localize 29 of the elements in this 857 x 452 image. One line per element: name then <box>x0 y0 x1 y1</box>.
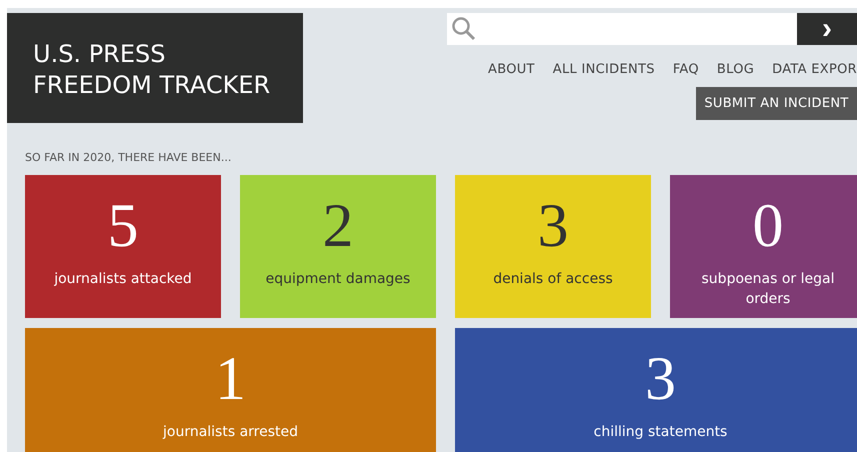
stat-count: 5 <box>108 195 138 257</box>
nav-link[interactable]: ABOUT <box>488 62 535 77</box>
stat-tile[interactable]: 5 journalists attacked <box>25 175 221 318</box>
intro-text: SO FAR IN 2020, THERE HAVE BEEN... <box>25 151 232 164</box>
stat-tile[interactable]: 3 chilling statements <box>455 328 857 452</box>
stat-tile[interactable]: 2 equipment damages <box>240 175 436 318</box>
nav-link[interactable]: DATA EXPOR <box>772 62 857 77</box>
submit-incident-button[interactable]: SUBMIT AN INCIDENT <box>696 87 857 120</box>
stat-label: equipment damages <box>264 270 412 289</box>
stat-count: 1 <box>215 348 246 410</box>
stat-label: journalists attacked <box>53 270 193 289</box>
stat-label: journalists arrested <box>162 423 300 442</box>
stat-label: chilling statements <box>592 423 728 442</box>
stat-count: 3 <box>645 348 676 410</box>
search-icon <box>451 16 477 42</box>
stat-label: subpoenas or legal orders <box>700 270 836 309</box>
nav-link[interactable]: BLOG <box>716 62 754 77</box>
search-field[interactable]: › <box>447 13 857 45</box>
nav-link[interactable]: ALL INCIDENTS <box>552 62 655 77</box>
stat-count: 3 <box>538 195 568 257</box>
stat-tile[interactable]: 3 denials of access <box>455 175 651 318</box>
nav-link[interactable]: FAQ <box>672 62 699 77</box>
search-button[interactable]: › <box>797 13 857 45</box>
stat-tile[interactable]: 0 subpoenas or legal orders <box>670 175 857 318</box>
stat-label: denials of access <box>492 270 614 289</box>
stat-count: 0 <box>752 195 784 257</box>
site-logo[interactable]: U.S. PRESS FREEDOM TRACKER <box>7 13 303 123</box>
stat-tile[interactable]: 1 journalists arrested <box>25 328 436 452</box>
stat-count: 2 <box>322 195 354 257</box>
